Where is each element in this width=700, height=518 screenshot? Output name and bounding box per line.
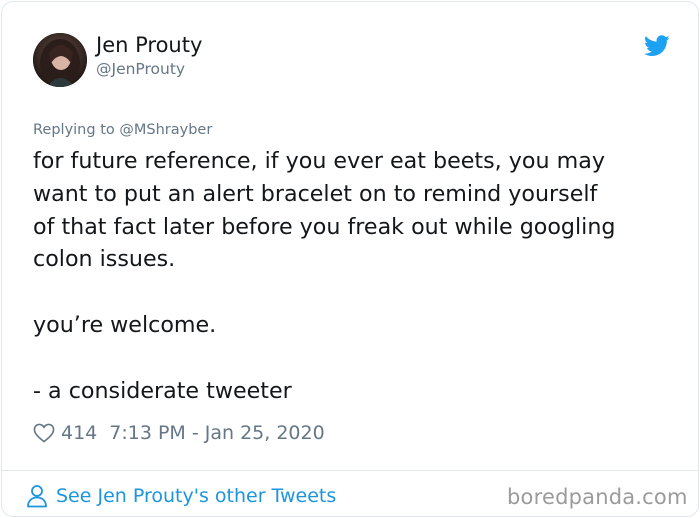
twitter-bird-icon[interactable] bbox=[644, 35, 670, 57]
tweet-meta: 414 7:13 PM - Jan 25, 2020 bbox=[33, 419, 325, 447]
heart-icon[interactable] bbox=[33, 423, 55, 443]
see-other-tweets-link[interactable]: See Jen Prouty's other Tweets bbox=[26, 482, 336, 510]
person-icon bbox=[27, 485, 47, 508]
avatar[interactable] bbox=[33, 33, 87, 87]
author-handle[interactable]: @JenProuty bbox=[96, 60, 185, 78]
reply-mention-link[interactable]: @MShrayber bbox=[119, 122, 212, 138]
tweet-timestamp[interactable]: 7:13 PM - Jan 25, 2020 bbox=[109, 422, 324, 444]
replying-prefix: Replying to bbox=[33, 122, 120, 138]
see-other-tweets-label: See Jen Prouty's other Tweets bbox=[56, 485, 337, 507]
divider bbox=[2, 470, 698, 471]
watermark: boredpanda.com bbox=[507, 485, 688, 509]
author-name[interactable]: Jen Prouty bbox=[96, 33, 202, 57]
tweet-text: for future reference, if you ever eat be… bbox=[33, 148, 616, 404]
like-count[interactable]: 414 bbox=[61, 422, 97, 444]
replying-to: Replying to @MShrayber bbox=[33, 122, 212, 138]
tweet-card: Jen Prouty @JenProuty Replying to @MShra… bbox=[1, 1, 699, 517]
avatar-image bbox=[33, 33, 87, 87]
